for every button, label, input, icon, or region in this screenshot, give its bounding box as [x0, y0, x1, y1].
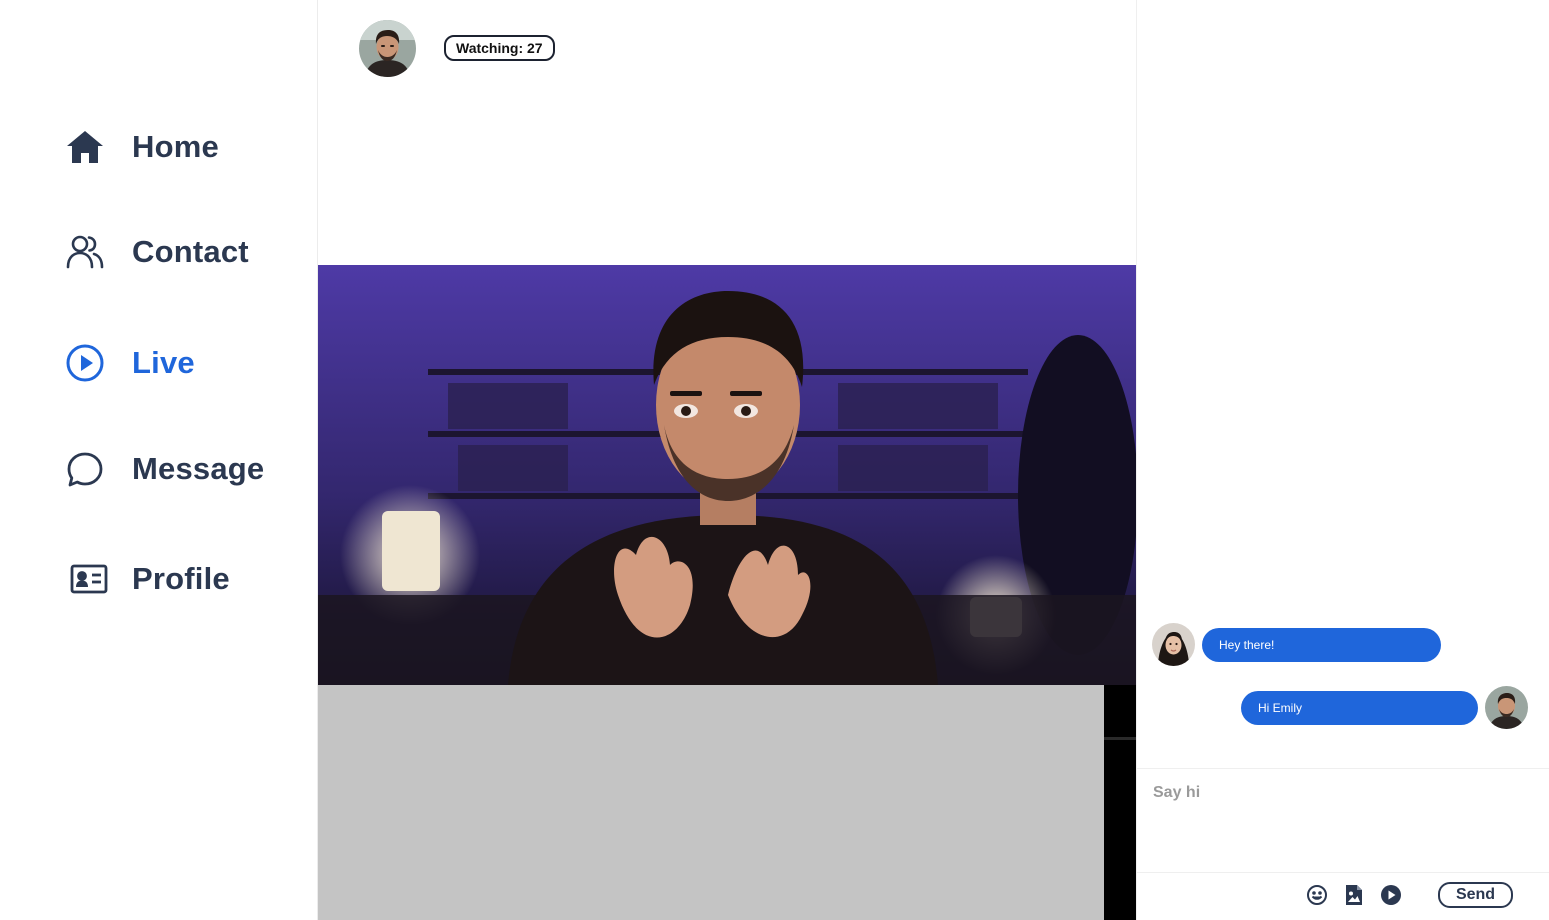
avatar[interactable] — [1152, 623, 1195, 666]
sidebar-item-label: Contact — [132, 234, 249, 269]
chat-toolbar-divider — [1137, 872, 1549, 873]
chat-bubble: Hey there! — [1202, 627, 1441, 662]
chat-divider — [1137, 768, 1549, 769]
sidebar-item-label: Live — [132, 345, 195, 380]
video-frame — [318, 265, 1136, 685]
send-button[interactable]: Send — [1438, 882, 1513, 908]
chat-bubble-icon — [64, 448, 106, 490]
play-circle-icon — [64, 342, 106, 384]
video-overlay-placeholder — [318, 685, 1104, 920]
sidebar-item-message[interactable]: Message — [64, 448, 264, 490]
video-play-icon[interactable] — [1379, 883, 1403, 907]
id-card-icon — [68, 558, 110, 600]
sidebar-item-contact[interactable]: Contact — [64, 231, 249, 273]
image-file-icon[interactable] — [1342, 883, 1366, 907]
sidebar-item-label: Home — [132, 129, 219, 164]
avatar[interactable] — [1485, 686, 1528, 729]
viewer-count-badge: Watching: 27 — [444, 35, 555, 61]
users-icon — [64, 231, 106, 273]
video-player[interactable] — [318, 265, 1136, 920]
live-stream-panel: Watching: 27 — [318, 0, 1136, 920]
emoji-icon[interactable] — [1305, 883, 1329, 907]
chat-panel: Hey there! Hi Emily Say hi Send — [1136, 0, 1549, 920]
sidebar-item-home[interactable]: Home — [64, 126, 219, 168]
host-avatar[interactable] — [359, 20, 416, 77]
sidebar-item-label: Message — [132, 451, 265, 486]
chat-message-input[interactable] — [1153, 782, 1533, 804]
sidebar-item-live[interactable]: Live — [64, 342, 195, 384]
video-progress-track — [1104, 737, 1136, 740]
chat-message-incoming: Hey there! — [1152, 623, 1441, 666]
home-icon — [64, 126, 106, 168]
chat-bubble: Hi Emily — [1241, 690, 1478, 725]
chat-message-outgoing: Hi Emily — [1241, 686, 1528, 729]
sidebar: Home Contact Live Message Profile — [0, 0, 318, 920]
sidebar-item-profile[interactable]: Profile — [68, 558, 230, 600]
sidebar-item-label: Profile — [132, 561, 230, 596]
